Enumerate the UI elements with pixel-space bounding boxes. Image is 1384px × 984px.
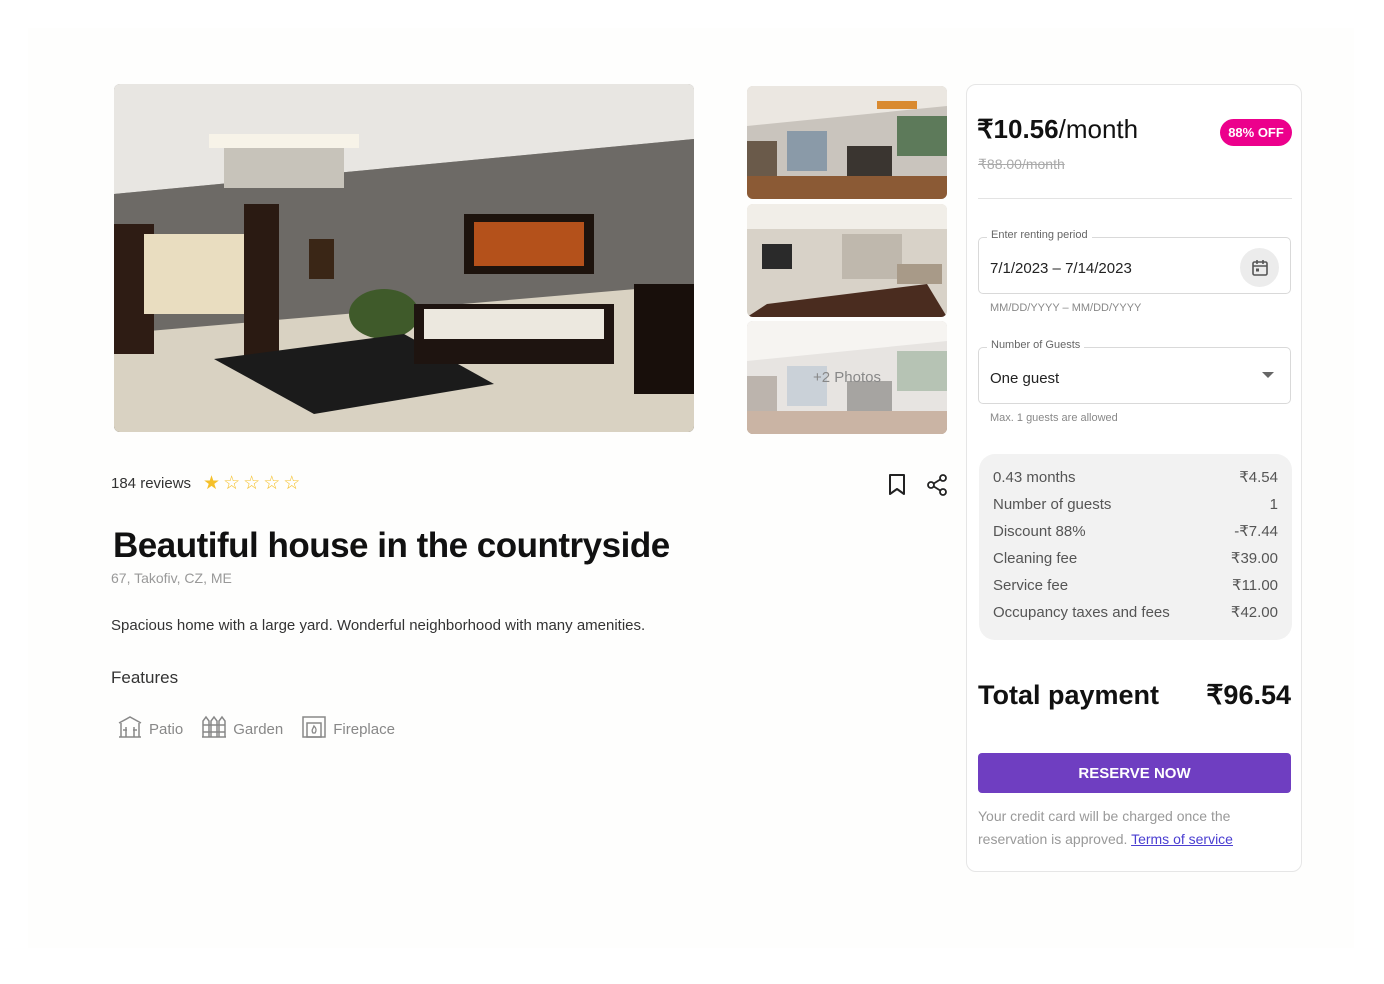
feature-garden: Garden — [201, 715, 283, 743]
terms-of-service-link[interactable]: Terms of service — [1131, 831, 1233, 847]
divider — [978, 198, 1292, 199]
breakdown-label: Discount 88% — [993, 523, 1086, 540]
star-empty-icon: ☆ — [223, 473, 241, 494]
feature-fireplace: Fireplace — [301, 715, 395, 743]
breakdown-label: Occupancy taxes and fees — [993, 604, 1170, 621]
breakdown-row: Number of guests 1 — [993, 494, 1278, 521]
guests-select[interactable]: Number of Guests One guest — [978, 339, 1291, 404]
calendar-icon[interactable] — [1240, 248, 1279, 287]
star-empty-icon: ☆ — [263, 473, 281, 494]
feature-patio: Patio — [117, 715, 183, 743]
breakdown-label: Service fee — [993, 577, 1069, 594]
breakdown-row: Cleaning fee ₹39.00 — [993, 548, 1278, 575]
breakdown-row: Occupancy taxes and fees ₹42.00 — [993, 602, 1278, 629]
reserve-now-button[interactable]: RESERVE NOW — [978, 753, 1291, 793]
star-filled-icon: ★ — [203, 473, 221, 494]
fireplace-icon — [301, 715, 327, 743]
breakdown-row: Discount 88% -₹7.44 — [993, 521, 1278, 548]
photo-thumbnail-3[interactable]: +2 Photos — [747, 321, 947, 434]
breakdown-value: ₹11.00 — [1232, 577, 1278, 594]
total-label: Total payment — [978, 680, 1160, 710]
garden-icon — [201, 715, 227, 743]
star-rating: ★ ☆ ☆ ☆ ☆ — [203, 474, 300, 493]
guests-value: One guest — [990, 370, 1060, 387]
guests-helper: Max. 1 guests are allowed — [990, 412, 1118, 424]
price-unit: /month — [1058, 114, 1139, 144]
listing-description: Spacious home with a large yard. Wonderf… — [111, 617, 646, 634]
feature-label: Patio — [149, 720, 184, 738]
renting-period-label: Enter renting period — [987, 229, 1092, 241]
listing-address: 67, Takofiv, CZ, ME — [111, 570, 232, 586]
star-empty-icon: ☆ — [243, 473, 261, 494]
patio-icon — [117, 715, 143, 743]
breakdown-label: 0.43 months — [993, 469, 1076, 486]
price: ₹10.56/month — [977, 114, 1138, 145]
breakdown-value: ₹4.54 — [1239, 469, 1278, 486]
bookmark-icon[interactable] — [884, 472, 910, 498]
price-breakdown: 0.43 months ₹4.54 Number of guests 1 Disco… — [979, 454, 1292, 640]
breakdown-row: Service fee ₹11.00 — [993, 575, 1278, 602]
features-heading: Features — [111, 668, 179, 687]
renting-period-helper: MM/DD/YYYY – MM/DD/YYYY — [990, 302, 1142, 314]
photo-thumbnail-1[interactable] — [747, 86, 947, 199]
old-price: ₹88.00/month — [978, 156, 1065, 172]
reviews-count: 184 reviews — [111, 475, 192, 492]
share-icon[interactable] — [924, 472, 950, 498]
listing-actions — [884, 472, 950, 498]
price-amount: ₹10.56 — [977, 114, 1059, 144]
feature-label: Fireplace — [333, 720, 395, 738]
feature-label: Garden — [233, 720, 284, 738]
breakdown-value: 1 — [1269, 496, 1278, 513]
more-photos-label: +2 Photos — [813, 369, 881, 386]
total-payment: Total payment ₹96.54 — [978, 680, 1291, 711]
breakdown-label: Number of guests — [993, 496, 1112, 513]
chevron-down-icon[interactable] — [1262, 372, 1274, 378]
more-photos-overlay[interactable]: +2 Photos — [747, 321, 947, 434]
charge-note: Your credit card will be charged once th… — [978, 805, 1278, 851]
renting-period-value[interactable]: 7/1/2023 – 7/14/2023 — [990, 260, 1132, 277]
breakdown-value: -₹7.44 — [1234, 523, 1278, 540]
discount-badge: 88% OFF — [1220, 119, 1292, 146]
renting-period-field[interactable]: Enter renting period 7/1/2023 – 7/14/202… — [978, 229, 1291, 294]
photo-thumbnail-2[interactable] — [747, 204, 947, 317]
breakdown-label: Cleaning fee — [993, 550, 1078, 567]
guests-label: Number of Guests — [987, 339, 1085, 351]
star-empty-icon: ☆ — [283, 473, 301, 494]
breakdown-row: 0.43 months ₹4.54 — [993, 467, 1278, 494]
total-value: ₹96.54 — [1206, 680, 1291, 710]
breakdown-value: ₹39.00 — [1230, 550, 1278, 567]
features-list: Patio Garden Fireplace — [117, 715, 395, 743]
reviews-row: 184 reviews ★ ☆ ☆ ☆ ☆ — [111, 474, 300, 493]
listing-title: Beautiful house in the countryside — [113, 526, 670, 565]
main-photo[interactable] — [114, 84, 694, 432]
breakdown-value: ₹42.00 — [1230, 604, 1278, 621]
